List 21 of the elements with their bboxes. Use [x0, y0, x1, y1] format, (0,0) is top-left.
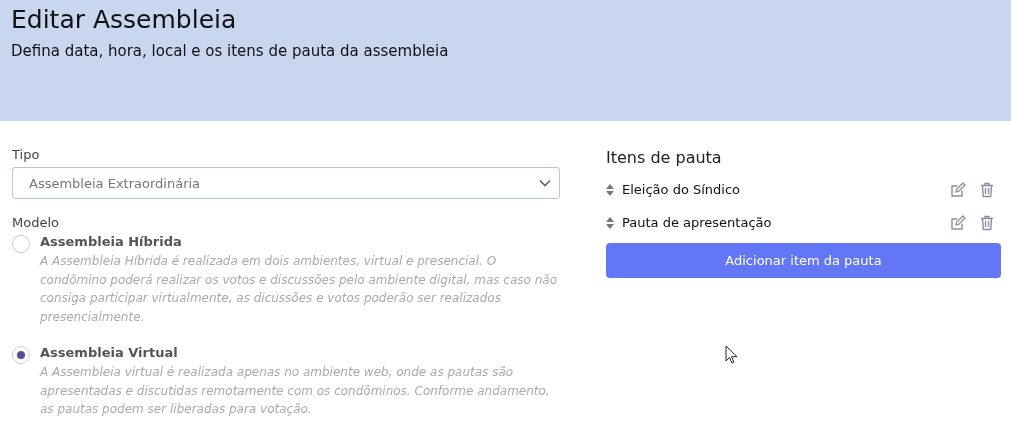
option-title: Assembleia Híbrida — [40, 234, 183, 249]
agenda-item: Eleição do Síndico — [622, 182, 742, 197]
chevron-down-icon — [539, 179, 551, 187]
edit-icon[interactable] — [950, 181, 966, 198]
page-subtitle: Defina data, hora, local e os itens de pauta da assembleia — [11, 42, 450, 60]
option-description: A Assembleia virtual é realizada apenas no ambiente web, onde as pautas são apresentadas e discutidas remotamente com os condôminos. Conforme andamento, as pautas podem ser liberadas para votação. — [40, 363, 551, 419]
sort-icon[interactable] — [606, 216, 614, 229]
cursor-icon — [725, 345, 738, 364]
add-item-button[interactable]: Adicionar item da pauta — [606, 243, 1001, 278]
trash-icon[interactable] — [980, 214, 994, 231]
page-title: Editar Assembleia — [11, 4, 238, 36]
agenda-item: Pauta de apresentação — [622, 215, 773, 230]
trash-icon[interactable] — [980, 181, 994, 198]
section-title: Itens de pauta — [606, 148, 723, 167]
field-label: Modelo — [12, 215, 60, 230]
field-label: Tipo — [12, 147, 41, 162]
tipo-select[interactable]: Assembleia Extraordinária — [12, 167, 560, 199]
sort-icon[interactable] — [606, 183, 614, 196]
option-title: Assembleia Virtual — [40, 344, 179, 360]
option-description: A Assembleia Híbrida é realizada em dois ambientes, virtual e presencial. O condômino poderá realizar os votos e discussões pelo ambiente digital, mas caso não consiga participar virtualmente, as dicussões e votos poderão ser realizados presencialmente. — [40, 253, 559, 327]
edit-icon[interactable] — [950, 214, 966, 231]
